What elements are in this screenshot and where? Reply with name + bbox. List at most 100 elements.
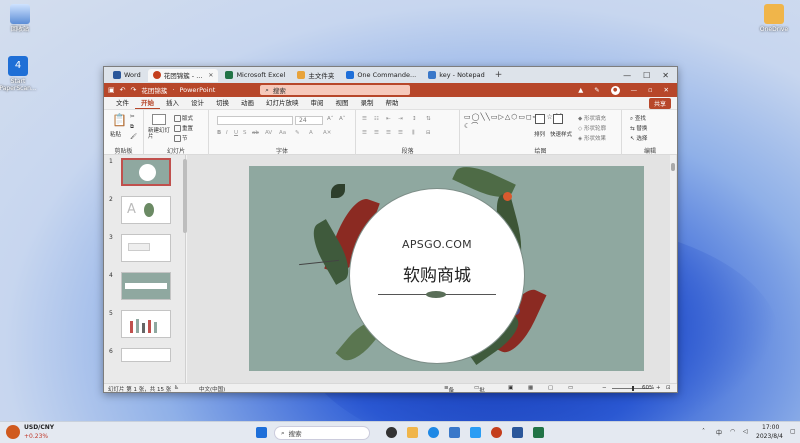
zoom-level[interactable]: 60% [642,385,654,391]
bold-icon[interactable]: B [217,130,221,136]
underline-icon[interactable]: U [234,130,238,136]
file-explorer-icon[interactable] [407,427,418,438]
font-size-input[interactable]: 24 [295,116,323,125]
tab-review[interactable]: 审阅 [305,97,330,109]
tab-slideshow[interactable]: 幻灯片放映 [260,97,305,109]
change-case-icon[interactable]: Aa [279,130,286,136]
language-icon[interactable]: 中 [716,428,722,437]
tab-animations[interactable]: 动画 [235,97,260,109]
excel-icon[interactable] [533,427,544,438]
notification-icon[interactable]: ▢ [790,428,796,435]
clear-format-icon[interactable]: A✕ [323,130,331,136]
stock-name[interactable]: USD/CNY [24,424,54,431]
slide-1[interactable]: APSGO.COM 软购商城 [249,166,644,371]
app-icon[interactable] [470,427,481,438]
tab-design[interactable]: 设计 [185,97,210,109]
italic-icon[interactable]: I [226,130,228,136]
scrollbar-thumb[interactable] [671,163,675,171]
accessibility-icon[interactable]: ♿ [174,385,179,391]
windows-start-icon[interactable] [256,427,267,438]
paste-button[interactable]: 粘贴 [110,130,121,138]
copy-icon[interactable]: ⧉ [130,124,134,131]
task-view-icon[interactable] [386,427,397,438]
word-icon[interactable] [512,427,523,438]
shield-icon[interactable] [449,427,460,438]
clock-time[interactable]: 17:00 [762,424,779,431]
arrange-button[interactable]: 排列 [534,130,545,138]
edge-icon[interactable] [428,427,439,438]
section-button[interactable]: 节 [174,134,188,142]
reset-button[interactable]: 重置 [174,124,193,132]
taskbar-search[interactable]: ⌕ 搜索 [274,426,370,440]
save-icon[interactable]: ▣ [108,86,115,94]
new-slide-button[interactable]: 新建幻灯片 [148,128,170,140]
shape-outline-button[interactable]: ◇ 形状轮廓 [578,124,606,132]
undo-icon[interactable]: ↶ [120,86,126,94]
zoom-slider-thumb[interactable] [632,386,634,391]
new-slide-icon[interactable] [152,114,166,125]
avatar[interactable]: ● [610,85,620,95]
tab-transitions[interactable]: 切换 [210,97,235,109]
cut-icon[interactable]: ✂ [130,114,135,120]
share-button[interactable]: 共享 [648,97,671,109]
columns-icon[interactable]: ⫼ [412,130,415,137]
close-tab-icon[interactable]: ✕ [208,72,213,79]
text-direction-icon[interactable]: ⇅ [426,116,431,122]
slide-thumbnail-5[interactable] [121,310,171,338]
window-tab-folder[interactable]: 主文件夹 [292,69,339,82]
tab-insert[interactable]: 插入 [160,97,185,109]
tab-view[interactable]: 视图 [330,97,355,109]
window-tab-excel[interactable]: Microsoft Excel [220,69,290,82]
strikethrough-icon[interactable]: ab [252,130,259,136]
reading-view-icon[interactable]: ▢ [548,385,553,391]
arrange-icon[interactable] [535,114,545,124]
decrease-indent-icon[interactable]: ⇤ [386,116,391,122]
grow-font-icon[interactable]: A˄ [327,116,334,122]
slide-thumbnail-6[interactable] [121,348,171,362]
slide-thumbnail-4[interactable] [121,272,171,300]
redo-icon[interactable]: ↷ [131,86,137,94]
quick-styles-icon[interactable] [553,114,563,124]
close-icon[interactable]: ✕ [664,86,669,94]
language-indicator[interactable]: 中文(中国) [199,385,225,392]
comments-button[interactable]: ▭ 批注 [474,385,485,392]
desktop-icon-paperscan[interactable]: 4 Start PaperScan... [0,56,38,92]
chevron-up-icon[interactable]: ˄ [702,428,705,435]
font-name-input[interactable] [217,116,293,125]
window-tab-notepad[interactable]: key - Notepad [423,69,489,82]
fit-slide-icon[interactable]: ⊡ [666,385,671,391]
bullets-icon[interactable]: ☰ [362,116,367,122]
editor-scrollbar[interactable] [670,155,676,383]
align-text-icon[interactable]: ⊟ [426,130,431,136]
spacing-icon[interactable]: AV [265,130,272,136]
quick-styles-button[interactable]: 快速样式 [550,130,572,138]
align-left-icon[interactable]: ☰ [362,130,367,136]
tab-record[interactable]: 录制 [355,97,380,109]
align-right-icon[interactable]: ☰ [386,130,391,136]
slide-brand-text[interactable]: APSGO.COM [350,238,524,251]
paste-icon[interactable]: 📋 [112,113,127,127]
slide-sorter-icon[interactable]: ▦ [528,385,533,391]
shape-fill-button[interactable]: ◆ 形状填充 [578,114,606,122]
powerpoint-icon[interactable] [491,427,502,438]
replace-button[interactable]: ⇆ 替换 [630,124,647,132]
pen-icon[interactable]: ✎ [594,86,599,94]
slide-thumbnail-2[interactable]: A [121,196,171,224]
clock-date[interactable]: 2023/8/4 [756,433,783,440]
slide-title[interactable]: 软购商城 [350,261,524,286]
highlight-icon[interactable]: ✎ [295,130,300,136]
line-spacing-icon[interactable]: ↕ [412,116,417,122]
volume-icon[interactable]: ◁ [743,428,748,435]
maximize-icon[interactable]: ☐ [643,71,650,80]
desktop-icon-recycle-bin[interactable]: 回收站 [0,4,40,33]
align-center-icon[interactable]: ☰ [374,130,379,136]
new-tab-icon[interactable]: + [492,70,506,80]
minimize-icon[interactable]: — [623,71,631,80]
warning-icon[interactable]: ▲ [578,86,583,94]
layout-button[interactable]: 版式 [174,114,193,122]
shape-effects-button[interactable]: ◈ 形状效果 [578,134,606,142]
zoom-in-icon[interactable]: + [656,385,661,391]
format-painter-icon[interactable]: 🖌 [130,134,137,140]
search-box[interactable]: ⌕ 搜索 [260,85,411,95]
notes-button[interactable]: ≡ 备注 [444,385,454,392]
